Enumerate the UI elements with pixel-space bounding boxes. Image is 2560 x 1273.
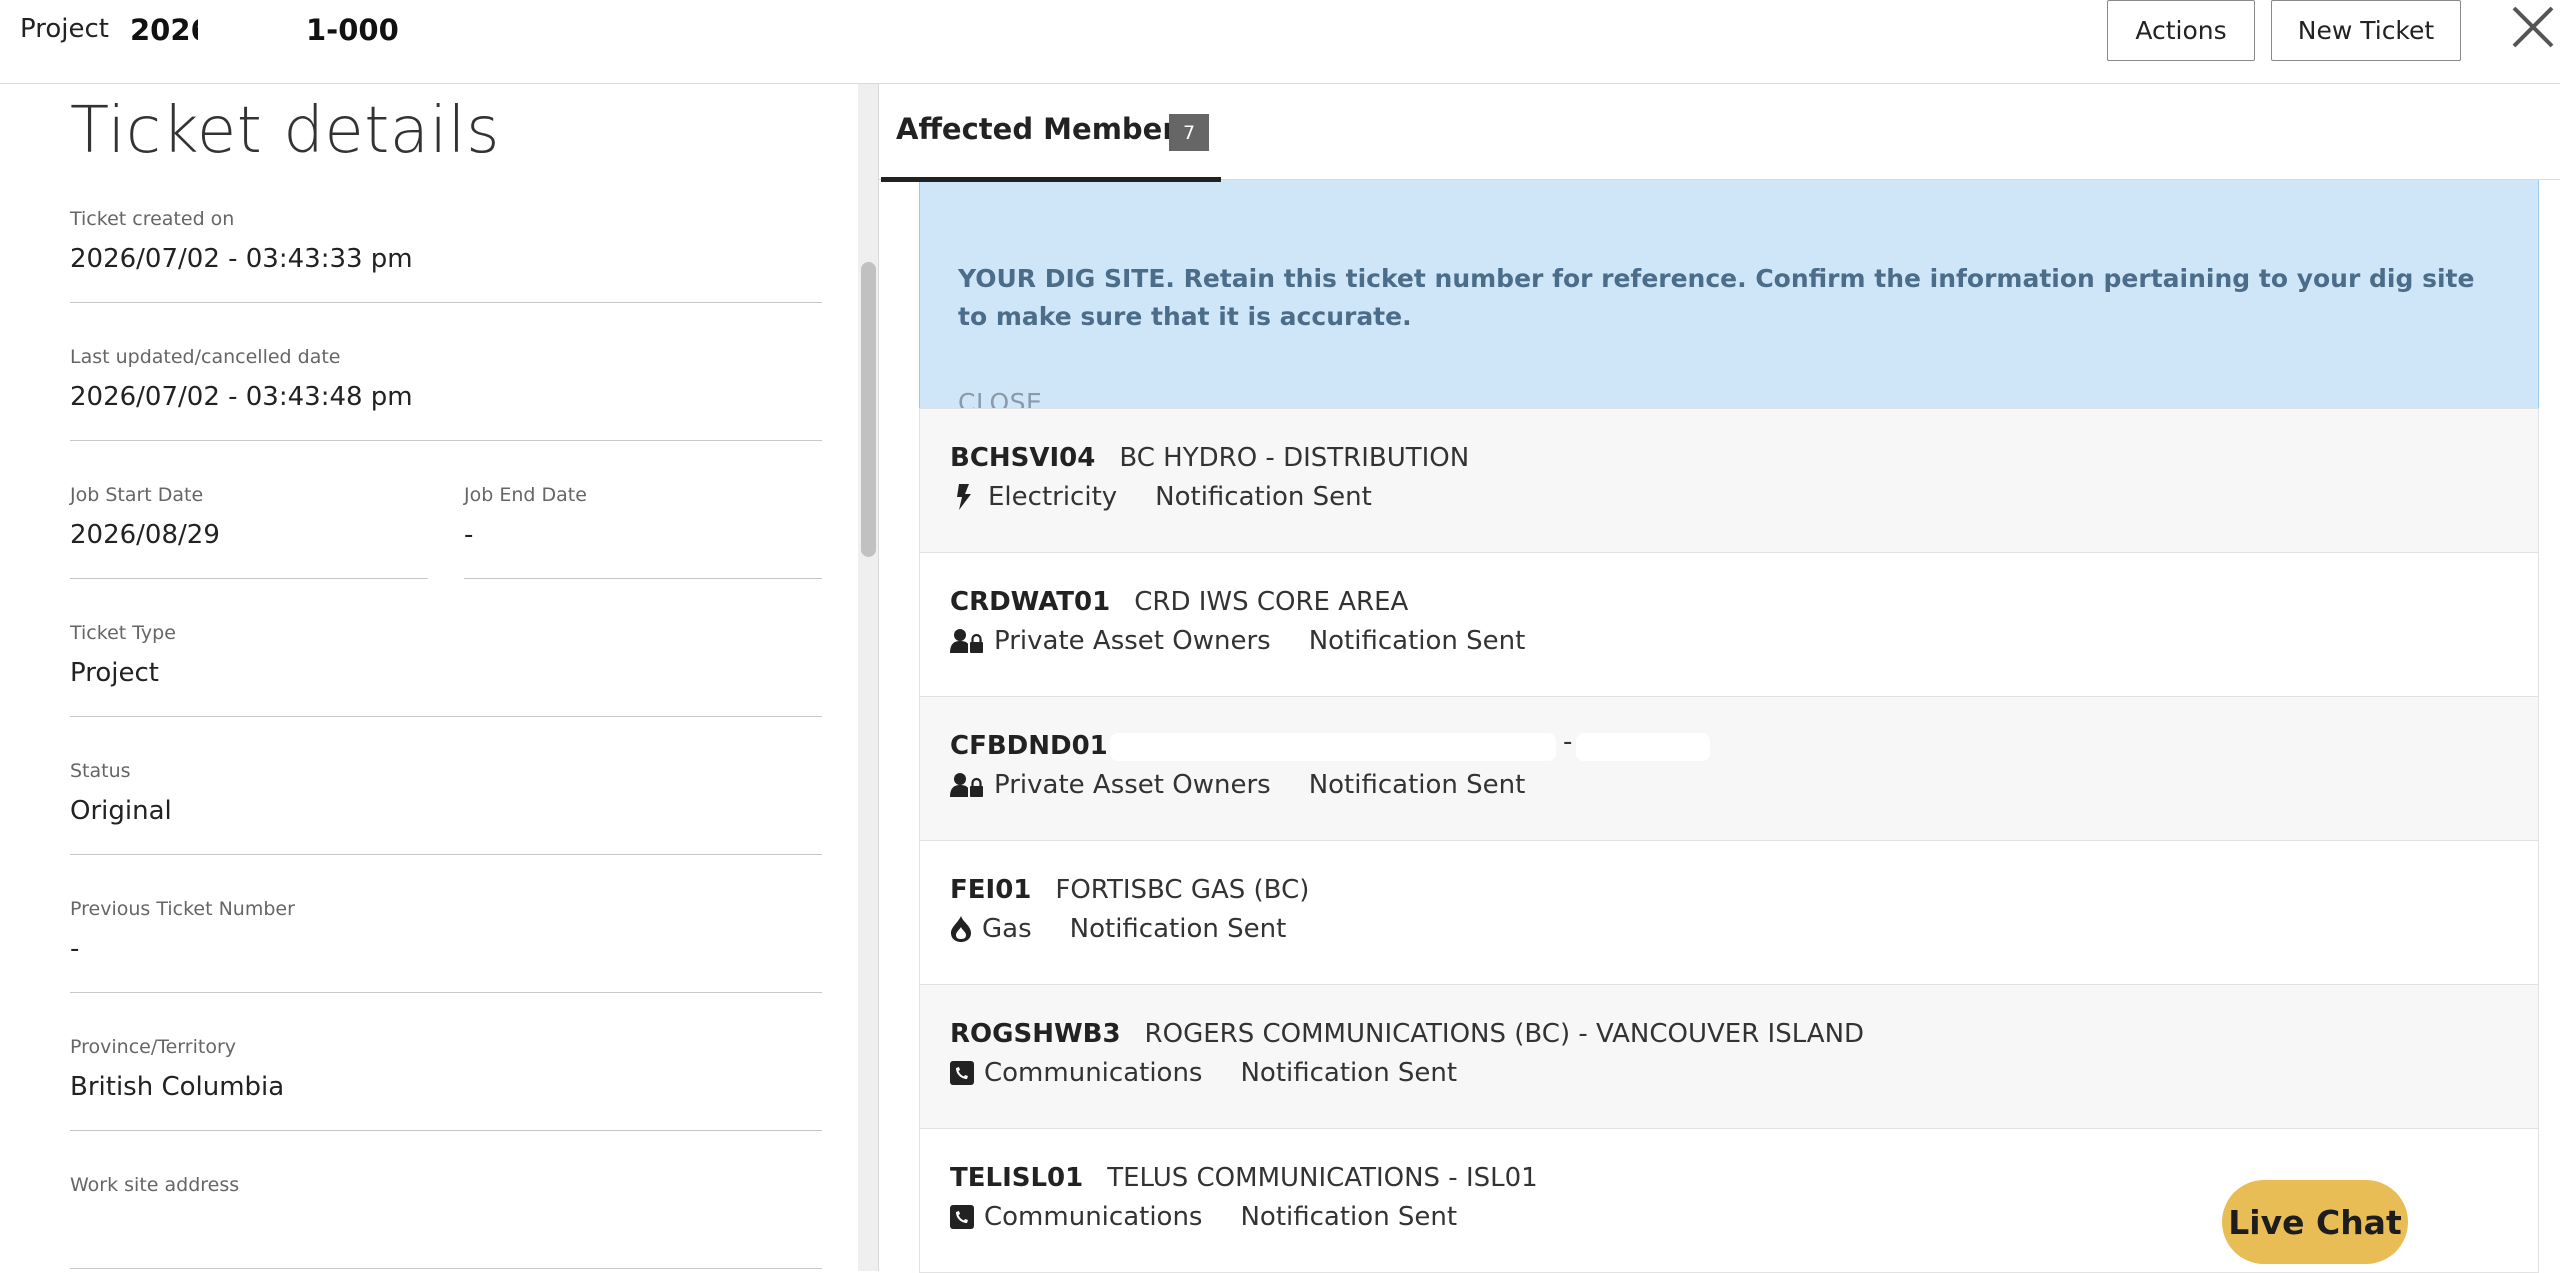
page-title: Ticket details (70, 94, 500, 168)
lightning-icon (957, 484, 971, 510)
phone-square-icon (950, 1205, 974, 1229)
member-status: Notification Sent (1240, 1202, 1458, 1232)
province-value: British Columbia (70, 1072, 285, 1102)
province-label: Province/Territory (70, 1036, 237, 1058)
tab-bar: Affected Members 7 (879, 84, 2560, 182)
member-name: ROGERS COMMUNICATIONS (BC) - VANCOUVER I… (1144, 1019, 1865, 1049)
previous-ticket-field: Previous Ticket Number - (70, 898, 822, 993)
top-bar: Project 2026 1-000 Actions New Ticket (0, 0, 2560, 84)
redacted-area (198, 10, 306, 54)
tab-affected-members[interactable]: Affected Members 7 (881, 84, 1221, 182)
job-end-value: - (464, 520, 474, 550)
details-scrollbar-thumb[interactable] (861, 262, 876, 557)
tab-affected-members-label: Affected Members (896, 112, 1194, 146)
work-site-address-label: Work site address (70, 1174, 240, 1196)
members-pane: YOUR DIG SITE. Retain this ticket number… (878, 84, 2560, 1273)
created-label: Ticket created on (70, 208, 235, 230)
member-status: Notification Sent (1069, 914, 1287, 944)
flame-icon (951, 916, 971, 942)
member-name: CRD IWS CORE AREA (1134, 587, 1409, 617)
live-chat-button[interactable]: Live Chat (2222, 1180, 2408, 1264)
actions-button[interactable]: Actions (2107, 0, 2255, 61)
member-type: Private Asset Owners (994, 770, 1271, 800)
close-icon[interactable] (2508, 0, 2558, 56)
ticket-type-field: Ticket Type Project (70, 622, 822, 717)
member-code: BCHSVI04 (950, 443, 1096, 473)
previous-ticket-value: - (70, 934, 80, 964)
status-field: Status Original (70, 760, 822, 855)
province-field: Province/Territory British Columbia (70, 1036, 822, 1131)
member-type: Gas (982, 914, 1032, 944)
member-name: FORTISBC GAS (BC) (1055, 875, 1310, 905)
member-type: Electricity (988, 482, 1118, 512)
member-code: CFBDND01 (950, 731, 1108, 761)
list-item: ROGSHWB3 ROGERS COMMUNICATIONS (BC) - VAN… (920, 985, 2538, 1129)
member-name: TELUS COMMUNICATIONS - ISL01 (1107, 1163, 1538, 1193)
member-code: TELISL01 (950, 1163, 1084, 1193)
updated-label: Last updated/cancelled date (70, 346, 341, 368)
member-code: ROGSHWB3 (950, 1019, 1121, 1049)
count-badge: 7 (1169, 114, 1209, 151)
job-start-value: 2026/08/29 (70, 520, 220, 550)
members-list: BCHSVI04 BC HYDRO - DISTRIBUTION Electric… (919, 408, 2539, 1273)
member-type: Private Asset Owners (994, 626, 1271, 656)
member-status: Notification Sent (1308, 770, 1526, 800)
ticket-type-value: Project (70, 658, 159, 688)
phone-square-icon (950, 1061, 974, 1085)
status-label: Status (70, 760, 131, 782)
member-status: Notification Sent (1240, 1058, 1458, 1088)
ticket-details-pane: Ticket details Ticket created on 2026/07… (0, 84, 858, 1271)
redacted-area (1576, 733, 1710, 761)
member-code: FEI01 (950, 875, 1032, 905)
status-value: Original (70, 796, 172, 826)
member-name: BC HYDRO - DISTRIBUTION (1119, 443, 1470, 473)
new-ticket-button[interactable]: New Ticket (2271, 0, 2461, 61)
user-lock-icon (950, 773, 983, 797)
member-name-separator: - (1563, 727, 1573, 757)
member-status: Notification Sent (1155, 482, 1372, 512)
list-item: FEI01 FORTISBC GAS (BC) Gas Notification … (920, 841, 2538, 985)
job-start-field: Job Start Date 2026/08/29 (70, 484, 428, 579)
member-type: Communications (984, 1202, 1203, 1232)
alert-message: YOUR DIG SITE. Retain this ticket number… (958, 264, 2475, 331)
job-end-field: Job End Date - (464, 484, 822, 579)
member-status: Notification Sent (1308, 626, 1526, 656)
user-lock-icon (950, 629, 983, 653)
work-site-address-field: Work site address (70, 1174, 822, 1269)
job-start-label: Job Start Date (70, 484, 204, 506)
member-type: Communications (984, 1058, 1203, 1088)
created-value: 2026/07/02 - 03:43:33 pm (70, 244, 413, 274)
previous-ticket-label: Previous Ticket Number (70, 898, 295, 920)
ticket-type-label: Ticket Type (70, 622, 176, 644)
updated-value: 2026/07/02 - 03:43:48 pm (70, 382, 413, 412)
redacted-area (1110, 733, 1556, 761)
project-number-end: 1-000 (306, 13, 399, 47)
member-code: CRDWAT01 (950, 587, 1111, 617)
job-end-label: Job End Date (464, 484, 587, 506)
project-label: Project (20, 14, 109, 44)
list-item: CFBDND01 - Private Asset Owners Notifica… (920, 697, 2538, 841)
list-item: CRDWAT01 CRD IWS CORE AREA Private Asset … (920, 553, 2538, 697)
updated-field: Last updated/cancelled date 2026/07/02 -… (70, 346, 822, 441)
list-item: BCHSVI04 BC HYDRO - DISTRIBUTION Electric… (920, 409, 2538, 553)
created-field: Ticket created on 2026/07/02 - 03:43:33 … (70, 208, 822, 303)
